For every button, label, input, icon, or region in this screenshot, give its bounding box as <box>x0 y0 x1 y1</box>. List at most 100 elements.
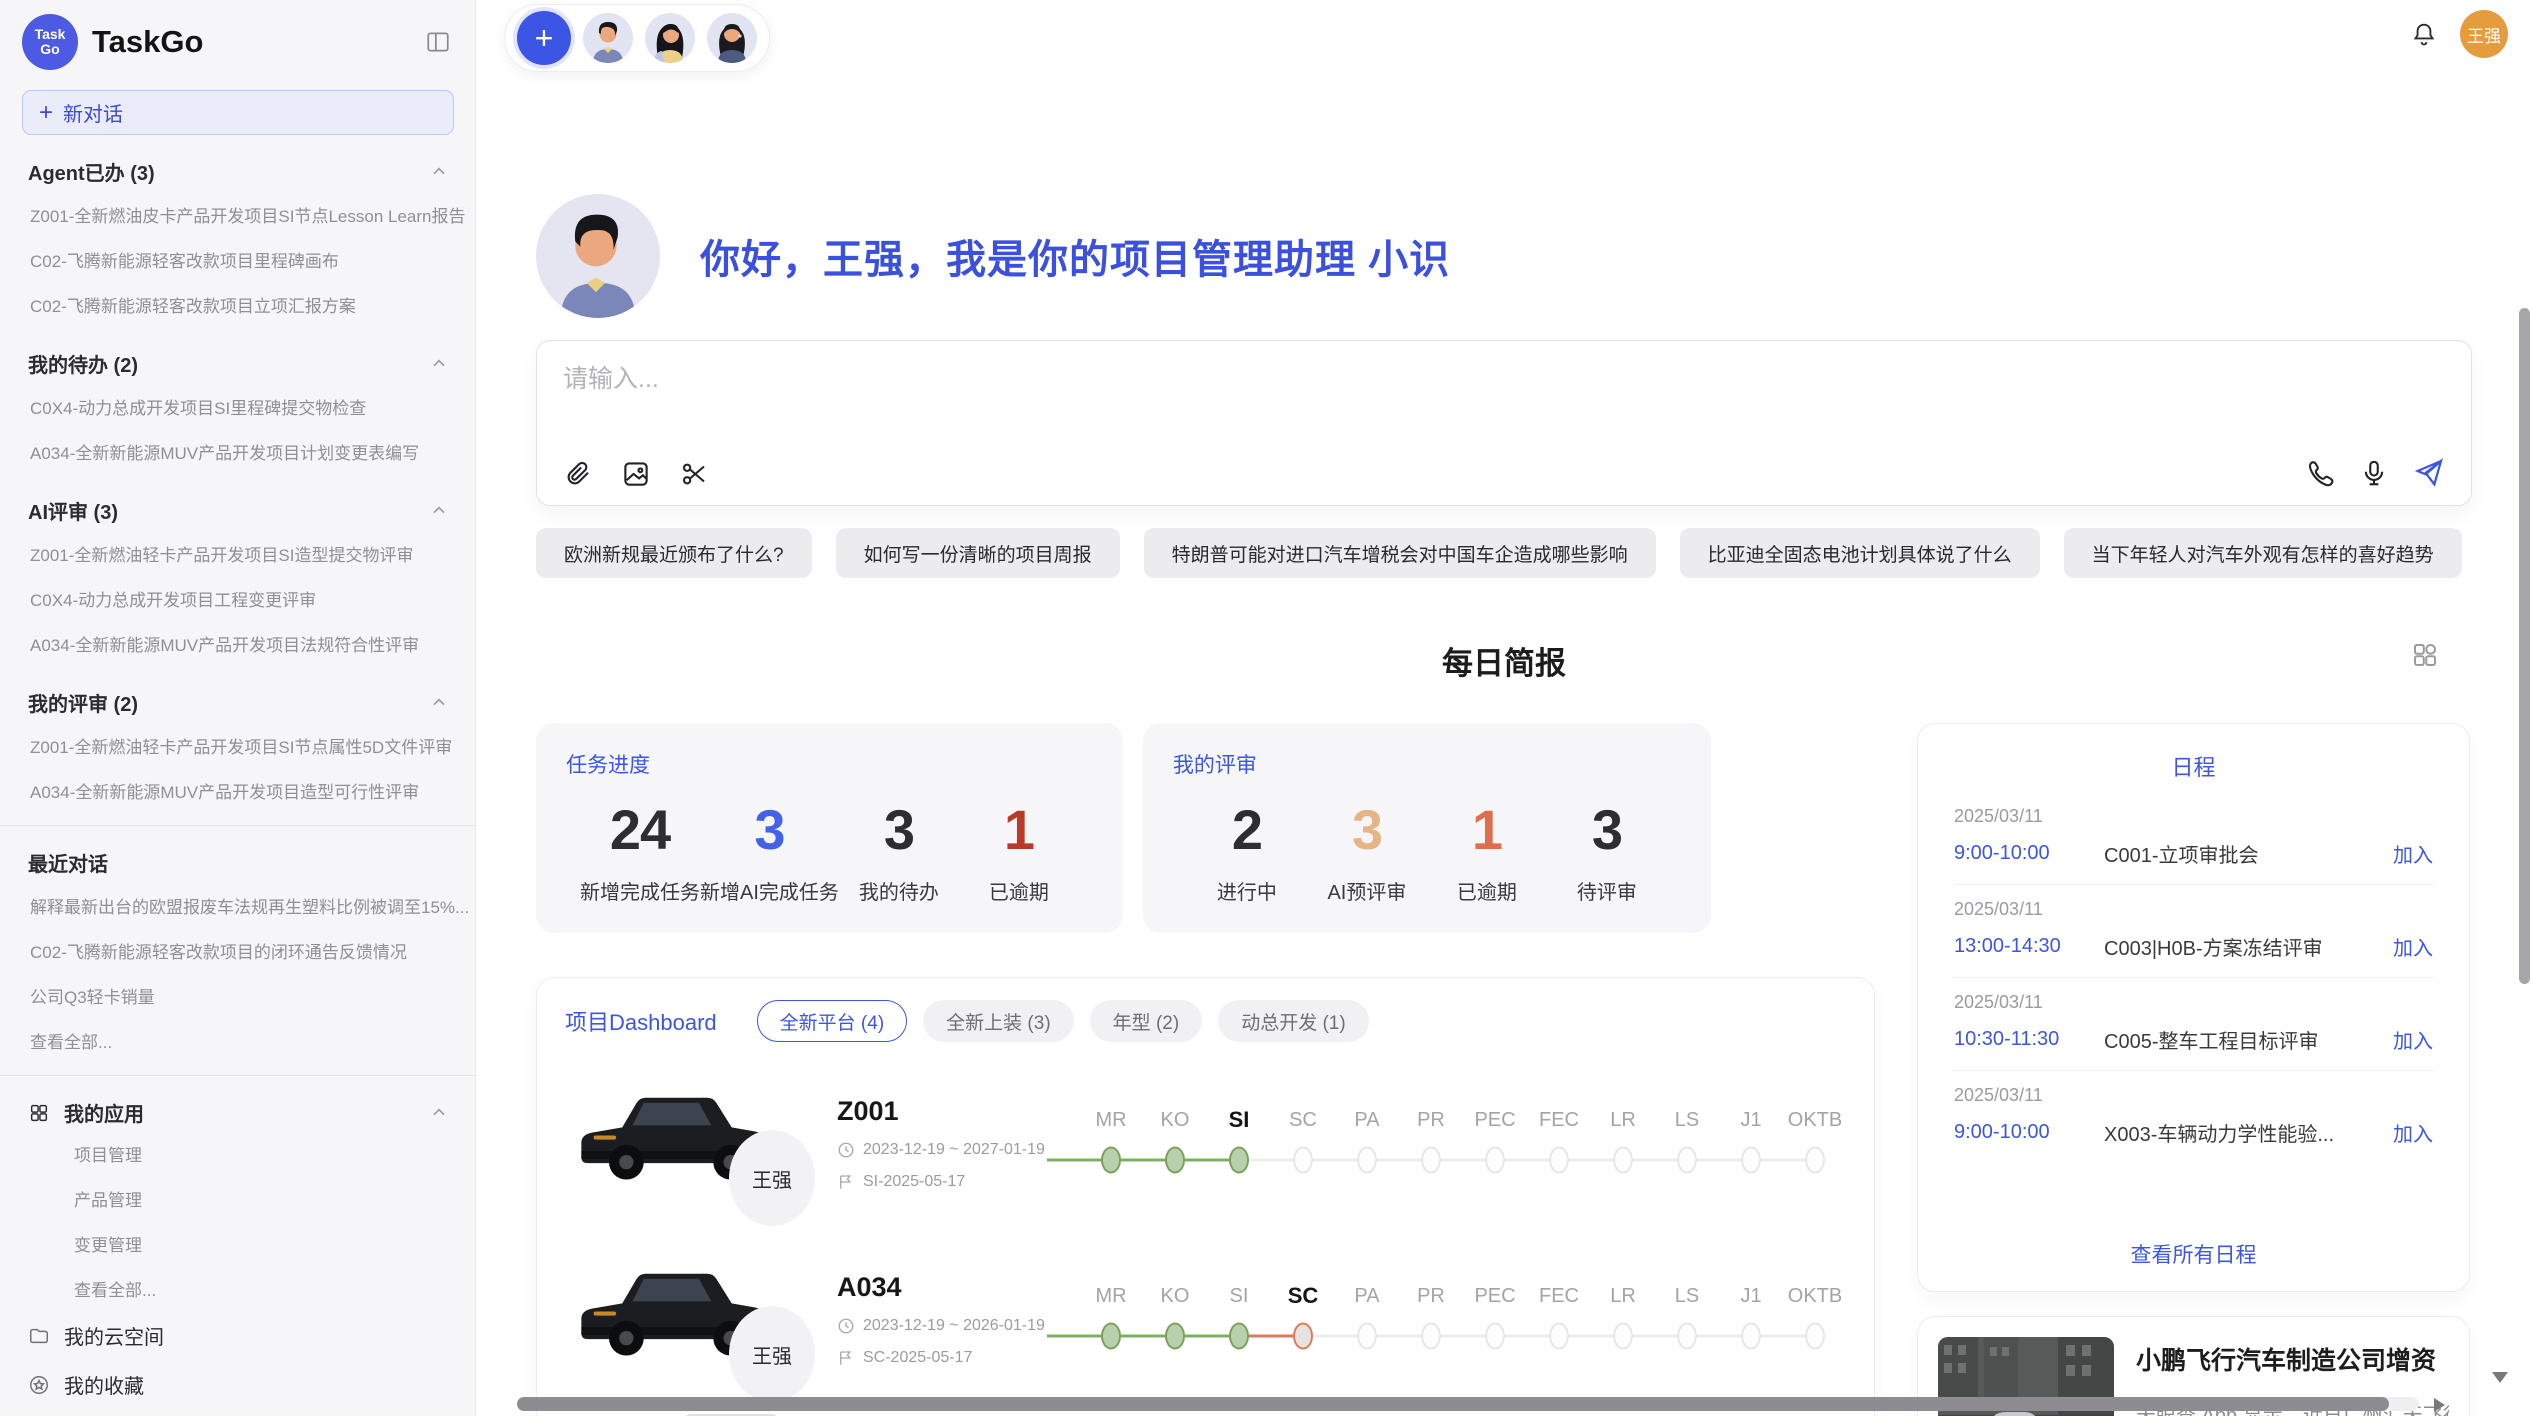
app-item[interactable]: 项目管理 <box>0 1131 475 1176</box>
send-icon[interactable] <box>2413 457 2445 489</box>
notification-bell-icon[interactable] <box>2410 20 2438 48</box>
vertical-scrollbar-thumb[interactable] <box>2519 308 2530 984</box>
milestone-dot[interactable] <box>1677 1323 1697 1350</box>
recent-conversation-item[interactable]: 公司Q3轻卡销量 <box>0 973 475 1018</box>
suggestion-chip[interactable]: 当下年轻人对汽车外观有怎样的喜好趋势 <box>2064 528 2462 578</box>
sidebar-item[interactable]: A034-全新新能源MUV产品开发项目造型可行性评审 <box>0 768 475 813</box>
apps-view-all-link[interactable]: 查看全部... <box>0 1266 475 1311</box>
dashboard-tab[interactable]: 年型 (2) <box>1090 1000 1203 1042</box>
folder-icon <box>28 1325 50 1347</box>
milestone-dot[interactable] <box>1421 1147 1441 1174</box>
app-item[interactable]: 产品管理 <box>0 1176 475 1221</box>
event-join-link[interactable]: 加入 <box>2393 839 2433 868</box>
chevron-up-icon[interactable] <box>429 693 449 713</box>
sidebar-item[interactable]: A034-全新新能源MUV产品开发项目法规符合性评审 <box>0 621 475 666</box>
microphone-icon[interactable] <box>2359 458 2389 488</box>
milestone-dot[interactable] <box>1293 1147 1313 1174</box>
milestone-dot[interactable] <box>1421 1323 1441 1350</box>
sidebar-collapse-icon[interactable] <box>425 27 455 57</box>
project-row[interactable]: 王强 Z001 <box>565 1068 1846 1218</box>
milestone-dot[interactable] <box>1613 1147 1633 1174</box>
sidebar-section-label: 我的评审 (2) <box>28 688 138 717</box>
project-flag-row: SC-2025-05-17 <box>837 1349 1067 1367</box>
chevron-up-icon[interactable] <box>429 162 449 182</box>
app-item[interactable]: 变更管理 <box>0 1221 475 1266</box>
sidebar-section-header[interactable]: AI评审 (3) <box>0 488 475 531</box>
user-avatar[interactable]: 王强 <box>2460 10 2508 58</box>
milestone-dot[interactable] <box>1613 1323 1633 1350</box>
new-chat-button[interactable]: + 新对话 <box>22 90 454 135</box>
sidebar-section-header[interactable]: 我的待办 (2) <box>0 341 475 384</box>
milestone-dot[interactable] <box>1485 1323 1505 1350</box>
dashboard-tab[interactable]: 动总开发 (1) <box>1218 1000 1369 1042</box>
scroll-right-arrow[interactable] <box>2434 1398 2445 1412</box>
sidebar-item-cloud-space[interactable]: 我的云空间 <box>0 1311 475 1360</box>
sidebar-item[interactable]: C02-飞腾新能源轻客改款项目里程碑画布 <box>0 237 475 282</box>
milestone-dot[interactable] <box>1293 1323 1313 1350</box>
milestone-dot[interactable] <box>1357 1147 1377 1174</box>
sidebar-item[interactable]: Z001-全新燃油轻卡产品开发项目SI节点属性5D文件评审 <box>0 723 475 768</box>
event-join-link[interactable]: 加入 <box>2393 1025 2433 1054</box>
project-row[interactable]: 王强 A034 <box>565 1244 1846 1394</box>
milestone-dot[interactable] <box>1805 1323 1825 1350</box>
sidebar-item[interactable]: C02-飞腾新能源轻客改款项目立项汇报方案 <box>0 282 475 327</box>
milestone-dot[interactable] <box>1677 1147 1697 1174</box>
logo-text-bottom: Go <box>40 42 59 57</box>
suggestion-chip[interactable]: 如何写一份清晰的项目周报 <box>836 528 1120 578</box>
recent-conversation-item[interactable]: 解释最新出台的欧盟报废车法规再生塑料比例被调至15%... <box>0 883 475 928</box>
milestone-dot[interactable] <box>1741 1323 1761 1350</box>
project-flag-row: SI-2025-05-17 <box>837 1173 1067 1191</box>
attachment-icon[interactable] <box>563 459 593 489</box>
view-all-schedule-link[interactable]: 查看所有日程 <box>1954 1229 2433 1273</box>
milestone-dot[interactable] <box>1101 1147 1121 1174</box>
project-dates-row: 2023-12-19 ~ 2027-01-19 <box>837 1141 1067 1159</box>
scissors-icon[interactable] <box>679 459 709 489</box>
event-join-link[interactable]: 加入 <box>2393 932 2433 961</box>
milestone-dot[interactable] <box>1165 1147 1185 1174</box>
conversation-avatar-man[interactable] <box>583 13 633 63</box>
sidebar-section-header[interactable]: Agent已办 (3) <box>0 149 475 192</box>
milestone-dot[interactable] <box>1485 1147 1505 1174</box>
milestone-dot[interactable] <box>1165 1323 1185 1350</box>
chevron-up-icon[interactable] <box>429 501 449 521</box>
message-input[interactable] <box>563 357 2445 401</box>
sidebar-item-favorites[interactable]: 我的收藏 <box>0 1360 475 1409</box>
sidebar-section-header[interactable]: 我的评审 (2) <box>0 680 475 723</box>
sidebar-item[interactable]: C0X4-动力总成开发项目工程变更评审 <box>0 576 475 621</box>
milestone-dot[interactable] <box>1549 1323 1569 1350</box>
conversation-avatar-woman-1[interactable] <box>645 13 695 63</box>
suggestion-chip[interactable]: 比亚迪全固态电池计划具体说了什么 <box>1680 528 2040 578</box>
sidebar-item[interactable]: C0X4-动力总成开发项目SI里程碑提交物检查 <box>0 384 475 429</box>
milestone-dot[interactable] <box>1229 1147 1249 1174</box>
milestone-label: PR <box>1399 1279 1463 1313</box>
chevron-up-icon[interactable] <box>429 1103 449 1123</box>
milestone: LS <box>1655 1103 1719 1183</box>
milestone-dot[interactable] <box>1805 1147 1825 1174</box>
milestone-dot[interactable] <box>1549 1147 1569 1174</box>
dashboard-layout-icon[interactable] <box>2410 640 2440 670</box>
conversation-avatar-woman-2[interactable] <box>707 13 757 63</box>
phone-icon[interactable] <box>2305 458 2335 488</box>
milestone-dot[interactable] <box>1357 1323 1377 1350</box>
milestone-dot[interactable] <box>1741 1147 1761 1174</box>
scroll-down-arrow[interactable] <box>2492 1372 2508 1383</box>
add-conversation-button[interactable]: + <box>517 11 571 65</box>
dashboard-tab[interactable]: 全新上装 (3) <box>923 1000 1074 1042</box>
chevron-up-icon[interactable] <box>429 354 449 374</box>
milestone-dot[interactable] <box>1229 1323 1249 1350</box>
image-upload-icon[interactable] <box>621 459 651 489</box>
suggestion-chip[interactable]: 特朗普可能对进口汽车增税会对中国车企造成哪些影响 <box>1144 528 1656 578</box>
horizontal-scrollbar-thumb[interactable] <box>517 1397 2389 1411</box>
dashboard-tab[interactable]: 全新平台 (4) <box>757 1000 908 1042</box>
sidebar-item[interactable]: A034-全新新能源MUV产品开发项目计划变更表编写 <box>0 429 475 474</box>
event-join-link[interactable]: 加入 <box>2393 1118 2433 1147</box>
suggestion-chip[interactable]: 欧洲新规最近颁布了什么? <box>536 528 812 578</box>
recent-view-all-link[interactable]: 查看全部... <box>0 1018 475 1063</box>
apps-section-header[interactable]: 我的应用 <box>0 1090 475 1131</box>
milestone-label: SI <box>1207 1103 1271 1137</box>
recent-conversation-item[interactable]: C02-飞腾新能源轻客改款项目的闭环通告反馈情况 <box>0 928 475 973</box>
sidebar-item[interactable]: Z001-全新燃油轻卡产品开发项目SI造型提交物评审 <box>0 531 475 576</box>
sidebar-item[interactable]: Z001-全新燃油皮卡产品开发项目SI节点Lesson Learn报告 <box>0 192 475 237</box>
milestone-dot[interactable] <box>1101 1323 1121 1350</box>
stat-grid: 24 新增完成任务 3 新增AI完成任务 <box>566 797 1093 905</box>
